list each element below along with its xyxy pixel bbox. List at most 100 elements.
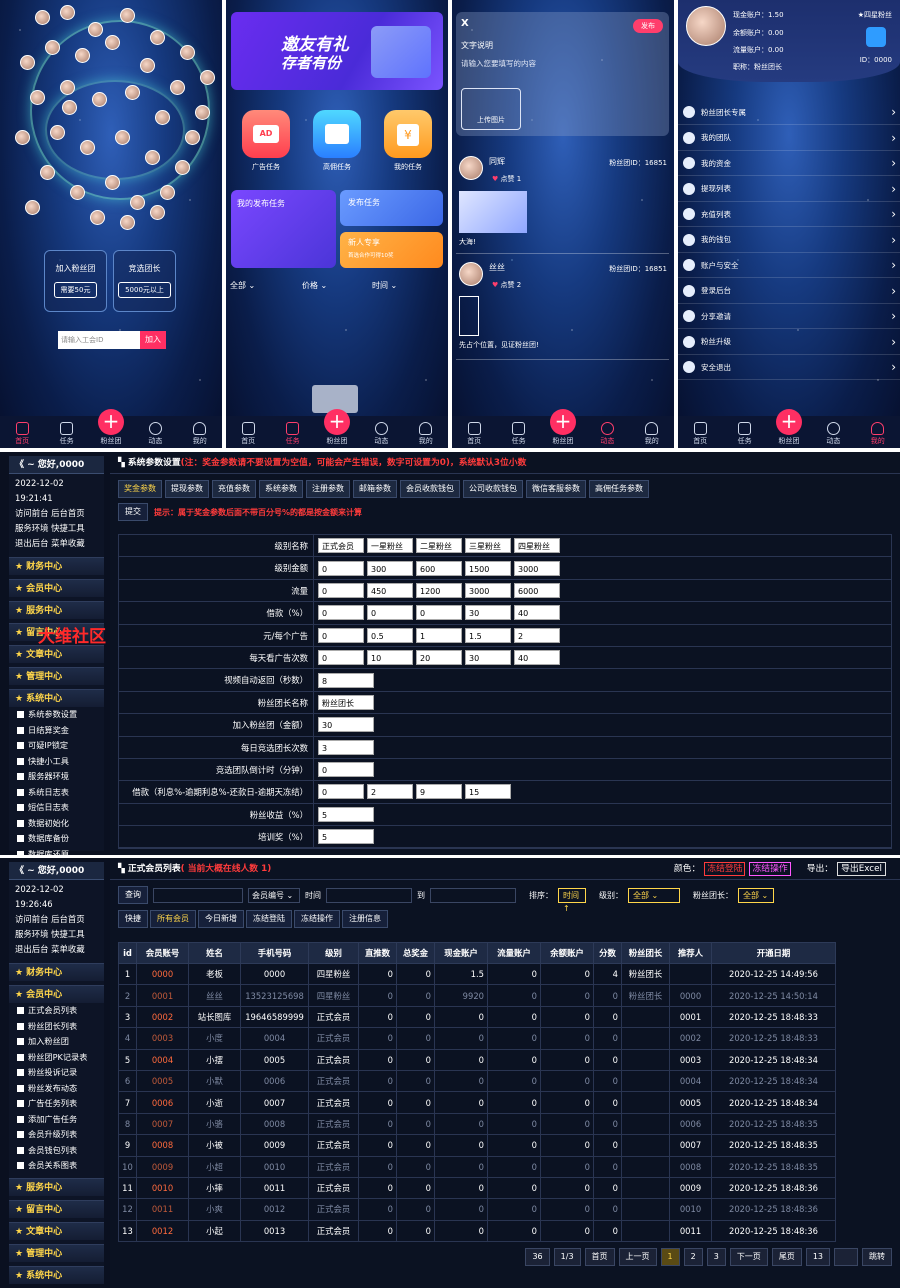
nav-moments[interactable]: 动态 (137, 422, 173, 446)
table-row[interactable]: 7 0006 小逝 0007 正式会员 0 0 0 0 0 0 0005 2020-12-25 18:4… (118, 1091, 836, 1114)
pager-item[interactable]: 2 (683, 1248, 703, 1266)
setting-input[interactable]: 3000 (514, 560, 560, 576)
nav-task[interactable]: 任务 (275, 422, 311, 446)
column-header[interactable]: 会员账号 (136, 942, 189, 964)
publish-button[interactable]: 发布 (633, 19, 663, 33)
table-cell[interactable]: 0003 (136, 1027, 189, 1050)
column-header[interactable]: 姓名 (188, 942, 241, 964)
sidebar-item[interactable]: 短信日志表 (9, 800, 104, 816)
nav-home[interactable]: 首页 (456, 422, 492, 446)
setting-input[interactable]: 粉丝团长 (318, 694, 374, 710)
sidebar-item[interactable]: 广告任务列表 (9, 1096, 104, 1112)
profile-menu-item[interactable]: 粉丝团长专属 › (678, 100, 900, 125)
setting-input[interactable]: 40 (514, 605, 560, 621)
sidebar-item[interactable]: 会员升级列表 (9, 1127, 104, 1143)
setting-input[interactable]: 0.5 (367, 627, 413, 643)
setting-input[interactable]: 正式会员 (318, 538, 364, 554)
join-button[interactable]: 加入 (140, 331, 166, 349)
setting-input[interactable]: 9 (416, 784, 462, 800)
column-header[interactable]: 粉丝团长 (621, 942, 670, 964)
column-header[interactable]: 余额账户 (540, 942, 594, 964)
sidebar-section[interactable]: ★ 管理中心 (9, 1243, 104, 1262)
sort-select[interactable]: 时间↑ (558, 887, 586, 913)
profile-menu-item[interactable]: 我的团队 › (678, 126, 900, 151)
filter-time[interactable]: 时间 ⌄ (372, 280, 397, 291)
profile-menu-item[interactable]: 充值列表 › (678, 202, 900, 227)
setting-input[interactable]: 0 (416, 605, 462, 621)
nav-mine[interactable]: 我的 (182, 422, 218, 446)
table-cell[interactable]: 0004 (136, 1048, 189, 1071)
nav-fan-group[interactable]: + 粉丝团 (93, 409, 129, 446)
sidebar-item[interactable]: 加入粉丝团 (9, 1034, 104, 1050)
sidebar-item[interactable]: 数据初始化 (9, 816, 104, 832)
sidebar-item[interactable]: 添加广告任务 (9, 1112, 104, 1128)
publish-task-card[interactable]: 发布任务 (340, 190, 443, 226)
nav-home[interactable]: 首页 (682, 422, 718, 446)
setting-input[interactable]: 0 (318, 784, 364, 800)
content-textarea[interactable]: 请输入您要填写的内容 (461, 58, 536, 69)
nav-task[interactable]: 任务 (501, 422, 537, 446)
table-cell[interactable]: 0005 (136, 1069, 189, 1093)
pager-item[interactable]: 首页 (584, 1248, 615, 1266)
table-cell[interactable]: 0009 (136, 1155, 189, 1178)
setting-input[interactable]: 10 (367, 650, 413, 666)
profile-menu-item[interactable]: 登录后台 › (678, 279, 900, 304)
setting-input[interactable]: 三星粉丝 (465, 538, 511, 554)
filter-price[interactable]: 价格 ⌄ (302, 280, 327, 291)
sidebar-section[interactable]: ★ 系统中心 (9, 1265, 104, 1284)
setting-input[interactable]: 8 (318, 672, 374, 688)
quick-links[interactable]: 退出后台 菜单收藏 (15, 536, 98, 551)
qr-icon[interactable] (866, 27, 886, 47)
profile-menu-item[interactable]: 粉丝升级 › (678, 330, 900, 355)
member-filter-tab[interactable]: 冻结操作 (294, 910, 340, 928)
settings-tab[interactable]: 系统参数 (259, 480, 303, 498)
quick-links[interactable]: 服务环境 快捷工具 (15, 521, 98, 536)
table-cell[interactable]: 0000 (136, 962, 189, 986)
column-header[interactable]: 总奖金 (396, 942, 435, 964)
pager-item[interactable]: 1/3 (553, 1248, 581, 1266)
my-task-icon[interactable]: ¥ (384, 110, 432, 158)
filter-all[interactable]: 全部 ⌄ (230, 280, 255, 291)
pager-item[interactable]: 36 (525, 1248, 550, 1266)
pager-item[interactable]: 跳转 (862, 1248, 892, 1266)
sidebar-section[interactable]: ★ 服务中心 (9, 1177, 104, 1196)
join-fan-group-card[interactable]: 加入粉丝团 需要50元 (44, 250, 107, 312)
setting-input[interactable]: 1500 (465, 560, 511, 576)
table-row[interactable]: 6 0005 小默 0006 正式会员 0 0 0 0 0 0 0004 2020-12-25 18:4… (118, 1069, 836, 1093)
nav-task[interactable]: 任务 (49, 422, 85, 446)
nav-moments[interactable]: 动态 (363, 422, 399, 446)
settings-tab[interactable]: 提现参数 (165, 480, 209, 498)
my-publish-card[interactable]: 我的发布任务 (231, 190, 336, 268)
setting-input[interactable]: 1200 (416, 582, 462, 598)
member-filter-tab[interactable]: 快捷 (118, 910, 148, 928)
sidebar-section[interactable]: ★ 会员中心 (9, 985, 104, 1003)
table-row[interactable]: 9 0008 小被 0009 正式会员 0 0 0 0 0 0 0007 2020-12-25 18:4… (118, 1134, 836, 1157)
table-row[interactable]: 8 0007 小骆 0008 正式会员 0 0 0 0 0 0 0006 2020-12-25 18:4… (118, 1112, 836, 1136)
pager-item[interactable]: 3 (706, 1248, 726, 1266)
table-cell[interactable]: 0001 (136, 984, 189, 1007)
table-row[interactable]: 11 0010 小摔 0011 正式会员 0 0 0 0 0 0 0009 2020-12-25 18:… (118, 1176, 836, 1200)
table-row[interactable]: 10 0009 小超 0010 正式会员 0 0 0 0 0 0 0008 2020-12-25 18:… (118, 1155, 836, 1178)
column-header[interactable]: 分数 (593, 942, 622, 964)
setting-input[interactable]: 6000 (514, 582, 560, 598)
setting-input[interactable]: 30 (465, 605, 511, 621)
table-row[interactable]: 12 0011 小爽 0012 正式会员 0 0 0 0 0 0 0010 2020-12-25 18:… (118, 1198, 836, 1221)
nav-moments[interactable]: 动态 (815, 422, 851, 446)
invite-banner[interactable]: 邀友有礼 存者有份 (231, 12, 443, 90)
setting-input[interactable]: 0 (318, 762, 374, 778)
column-header[interactable]: 手机号码 (240, 942, 309, 964)
table-cell[interactable]: 0012 (136, 1219, 189, 1243)
date-to-input[interactable] (430, 887, 516, 903)
setting-input[interactable]: 2 (367, 784, 413, 800)
nav-fan-group[interactable]: + 粉丝团 (319, 409, 355, 446)
sidebar-item[interactable]: 粉丝团PK记录表 (9, 1050, 104, 1066)
setting-input[interactable]: 40 (514, 650, 560, 666)
settings-tab[interactable]: 微信客服参数 (526, 480, 586, 498)
pager-item[interactable]: 上一页 (618, 1248, 657, 1266)
sidebar-item[interactable]: 会员钱包列表 (9, 1143, 104, 1159)
member-filter-tab[interactable]: 所有会员 (150, 910, 196, 928)
profile-menu-item[interactable]: 提现列表 › (678, 177, 900, 202)
member-field-select[interactable]: 会员编号 ⌄ (248, 887, 300, 903)
pager-item[interactable] (834, 1248, 858, 1266)
setting-input[interactable]: 二星粉丝 (416, 538, 462, 554)
